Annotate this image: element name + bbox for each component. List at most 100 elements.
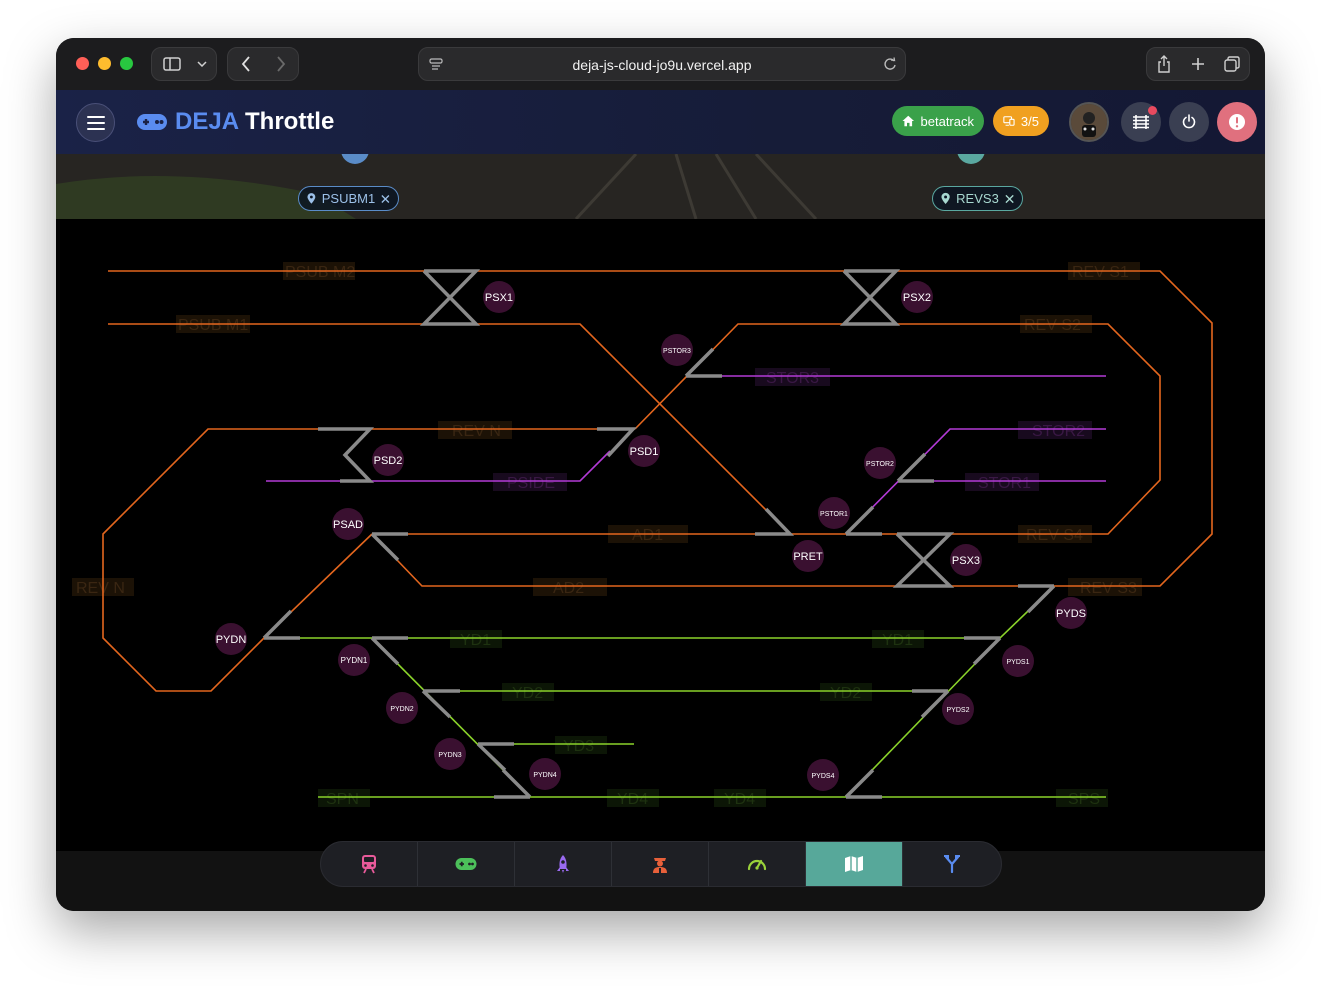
block-label: REV S4 (1026, 527, 1083, 544)
minimize-window-icon[interactable] (98, 57, 111, 70)
close-window-icon[interactable] (76, 57, 89, 70)
tab-overview-icon[interactable] (1215, 56, 1249, 72)
turnout-label: PRET (793, 551, 823, 563)
history-nav-group (227, 47, 299, 81)
turnout-label: PSTOR1 (820, 511, 848, 518)
devices-icon (1003, 116, 1015, 126)
nav-tab-conductor[interactable] (612, 842, 709, 886)
location-chip-revs3[interactable]: REVS3 (932, 186, 1023, 211)
nav-tab-throttle[interactable] (418, 842, 515, 886)
block-label: REV S3 (1080, 580, 1137, 597)
browser-actions-group (1146, 47, 1250, 81)
location-chip-psubm1[interactable]: PSUBM1 (298, 186, 399, 211)
turnout-label: PYDN2 (390, 706, 413, 713)
reload-icon[interactable] (883, 57, 897, 76)
brand-prefix: DEJA (175, 108, 240, 135)
zoom-window-icon[interactable] (120, 57, 133, 70)
nav-tab-layout-map[interactable] (806, 842, 903, 886)
block-label: STOR1 (978, 475, 1031, 492)
block-label: PSUB M2 (285, 264, 355, 281)
turnout-label: PSTOR2 (866, 461, 894, 468)
bottom-nav (320, 841, 1002, 887)
track-power-button[interactable] (1121, 102, 1161, 142)
menu-button[interactable] (76, 103, 115, 142)
turnout-label: PYDS2 (947, 707, 970, 714)
block-label: YD1 (460, 632, 491, 649)
banner-background (56, 154, 1265, 219)
block-label: PSIDE (507, 475, 555, 492)
power-icon (1182, 114, 1196, 129)
block-label: YD2 (830, 685, 861, 702)
block-label: YD4 (724, 791, 755, 808)
close-icon[interactable] (1005, 194, 1014, 204)
rocket-icon (557, 855, 569, 873)
power-button[interactable] (1169, 102, 1209, 142)
layout-badge-label: betatrack (920, 113, 974, 129)
hamburger-icon (86, 115, 105, 130)
emergency-stop-button[interactable] (1217, 102, 1257, 142)
turnout-label: PYDN4 (533, 772, 556, 779)
train-icon (362, 855, 376, 874)
turnout-label: PSD1 (630, 446, 659, 458)
block-label: STOR3 (766, 370, 819, 387)
app-header: DEJA Throttle betatrack 3/5 (56, 90, 1265, 154)
nav-tab-roster[interactable] (321, 842, 418, 886)
turnout-label: PYDN (216, 634, 247, 646)
turnout-label: PSAD (333, 519, 363, 531)
block-label: REV N (452, 423, 501, 440)
block-label: SPS (1068, 791, 1100, 808)
turnout-label: PYDS1 (1007, 659, 1030, 666)
block-label: SPN (326, 791, 359, 808)
user-avatar[interactable] (1069, 102, 1109, 142)
turnout-label: PYDN1 (341, 656, 368, 665)
block-label: REV S1 (1072, 264, 1129, 281)
address-bar[interactable]: deja-js-cloud-jo9u.vercel.app (418, 47, 906, 81)
gamepad-icon (455, 858, 477, 870)
forward-icon[interactable] (263, 56, 298, 72)
alert-icon (1229, 114, 1245, 130)
back-icon[interactable] (228, 56, 263, 72)
browser-toolbar: deja-js-cloud-jo9u.vercel.app (56, 38, 1265, 90)
turnout-label: PYDS (1056, 608, 1086, 620)
avatar-image (1071, 104, 1107, 140)
chevron-down-icon[interactable] (192, 61, 212, 67)
map-icon (845, 856, 863, 872)
block-label: STOR2 (1032, 423, 1085, 440)
turnout-label: PSX2 (903, 292, 931, 304)
turnout-label: PYDN3 (438, 752, 461, 759)
browser-window: deja-js-cloud-jo9u.vercel.app DEJA Throt (56, 38, 1265, 911)
devices-badge-count: 3/5 (1020, 113, 1039, 129)
turnout-label: PYDS4 (812, 773, 835, 780)
nav-tab-dashboard[interactable] (709, 842, 806, 886)
home-icon (902, 115, 915, 127)
block-label: AD1 (632, 527, 663, 544)
turnout-label: PSD2 (374, 455, 403, 467)
throttle-banner: PSUBM1 REVS3 (56, 154, 1265, 219)
share-icon[interactable] (1147, 55, 1181, 73)
close-icon[interactable] (381, 194, 390, 204)
block-label: REV S2 (1024, 317, 1081, 334)
block-label: AD2 (553, 580, 584, 597)
sidebar-toggle-group[interactable] (151, 47, 217, 81)
sidebar-icon[interactable] (152, 57, 192, 71)
layout-badge[interactable]: betatrack (892, 106, 984, 136)
block-label: YD1 (882, 632, 913, 649)
turnout-icon (943, 855, 960, 873)
new-tab-icon[interactable] (1181, 57, 1215, 71)
map-pin-icon (307, 193, 316, 204)
block-label: YD3 (563, 738, 594, 755)
brand-title: Throttle (245, 108, 335, 135)
block-label: YD4 (617, 791, 648, 808)
yard-tracks (264, 585, 1106, 798)
block-label: PSUB M1 (178, 317, 248, 334)
nav-tab-turnouts[interactable] (903, 842, 1000, 886)
location-chip-label: REVS3 (956, 191, 999, 206)
url-text: deja-js-cloud-jo9u.vercel.app (572, 57, 752, 73)
map-pin-icon (941, 192, 950, 205)
block-label: REV N (76, 580, 125, 597)
location-chip-label: PSUBM1 (321, 191, 376, 206)
gamepad-logo-icon (136, 112, 168, 137)
nav-tab-launch[interactable] (515, 842, 612, 886)
block-label: YD2 (512, 685, 543, 702)
devices-badge[interactable]: 3/5 (993, 106, 1049, 136)
